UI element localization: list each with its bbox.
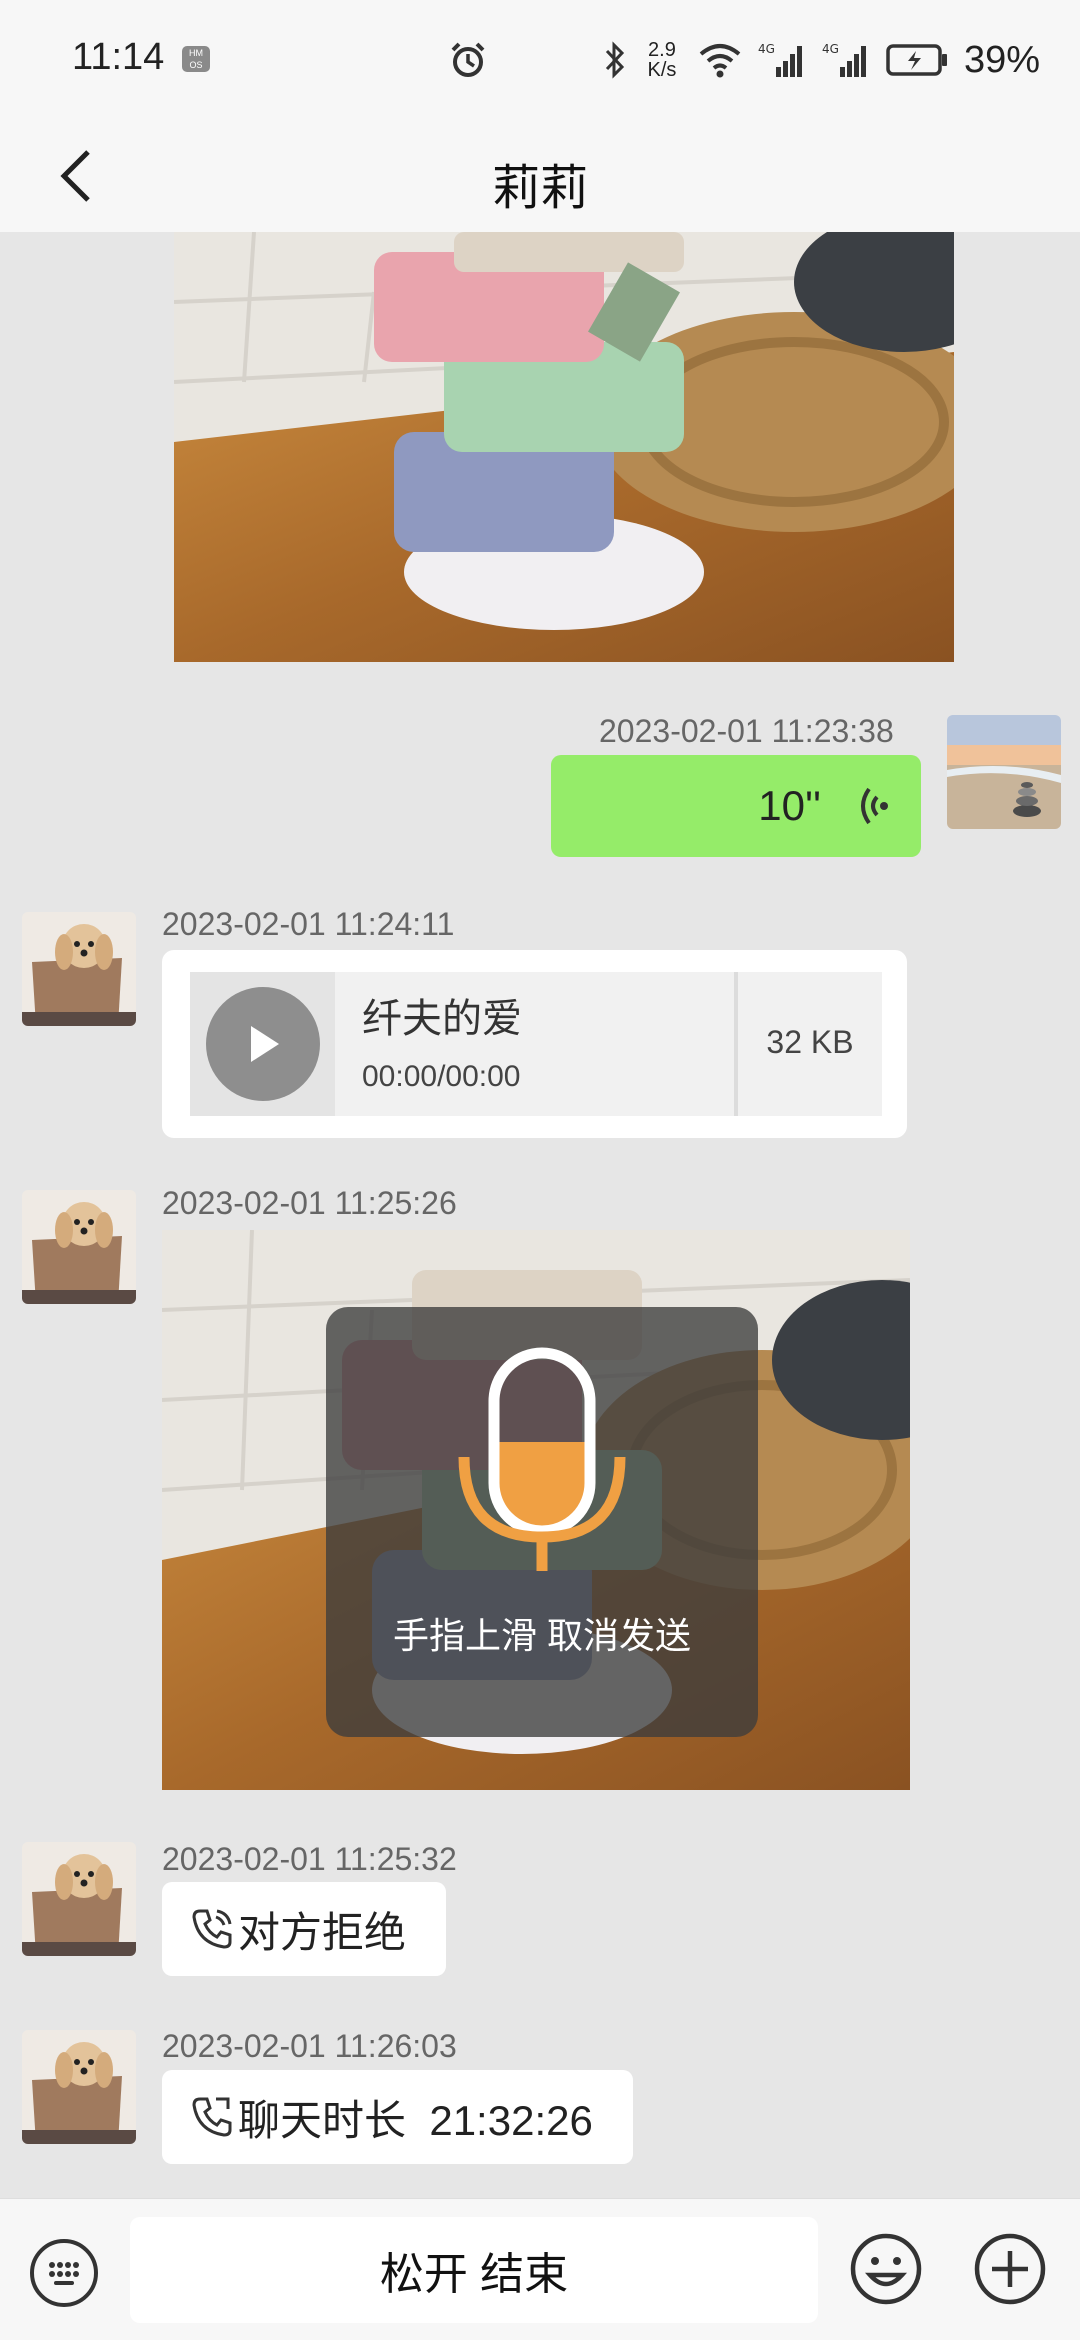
beach-stones-photo: [947, 715, 1061, 829]
timestamp: 2023-02-01 11:23:38: [599, 713, 894, 749]
cancel-hint: 手指上滑 取消发送: [392, 1615, 691, 1656]
emoji-button[interactable]: [848, 2231, 924, 2312]
battery-icon: [886, 44, 947, 76]
phone-ended-icon: [192, 2097, 232, 2137]
contact-avatar[interactable]: [22, 2030, 136, 2144]
play-icon: [250, 1026, 279, 1062]
microphone-icon: [458, 1347, 626, 1571]
input-bar: 松开 结束: [0, 2198, 1080, 2340]
contact-avatar[interactable]: [22, 912, 136, 1026]
more-button[interactable]: [972, 2231, 1048, 2312]
alarm-icon: [451, 42, 485, 77]
call-rejected-text: 对方拒绝: [238, 1908, 407, 1956]
wifi-icon: [699, 44, 741, 78]
phone-icon: [192, 1909, 232, 1949]
keyboard-icon: [30, 2239, 98, 2307]
battery-percent: 39%: [963, 38, 1040, 81]
play-button[interactable]: [205, 987, 320, 1101]
kitchen-storage-photo: [174, 232, 954, 662]
my-avatar[interactable]: [947, 715, 1061, 829]
music-progress: 00:00/00:00: [362, 1060, 521, 1093]
voice-record-overlay: 手指上滑 取消发送: [326, 1307, 758, 1737]
svg-text:4G: 4G: [822, 42, 839, 56]
hold-to-talk-button[interactable]: 松开 结束: [130, 2217, 818, 2323]
signal-4g-icon: 4G: [822, 42, 866, 77]
timestamp: 2023-02-01 11:26:03: [162, 2028, 457, 2064]
network-speed-unit: K/s: [647, 59, 677, 81]
contact-avatar[interactable]: [22, 1842, 136, 1956]
music-thumb: [190, 972, 335, 1116]
network-speed: 2.9 K/s: [642, 40, 682, 80]
contact-avatar[interactable]: [22, 1190, 136, 1304]
network-speed-value: 2.9: [648, 39, 676, 61]
call-duration-text: 聊天时长 21:32:26: [238, 2096, 593, 2144]
keyboard-toggle-button[interactable]: [28, 2237, 100, 2314]
status-time: 11:14: [72, 36, 165, 78]
contact-name: 莉莉: [491, 162, 588, 215]
puppy-photo: [22, 1842, 136, 1956]
music-title: 纤夫的爱: [362, 997, 522, 1041]
chat-header: 莉莉: [0, 120, 1080, 232]
os-badge: HM OS: [182, 46, 210, 72]
image-message[interactable]: [174, 232, 954, 662]
voice-waves-icon: [861, 787, 888, 825]
puppy-photo: [22, 912, 136, 1026]
timestamp: 2023-02-01 11:25:26: [162, 1185, 457, 1221]
music-file-card[interactable]: 纤夫的爱 00:00/00:00 32 KB: [162, 950, 907, 1138]
timestamp: 2023-02-01 11:24:11: [162, 906, 455, 942]
status-bar: 11:14 HM OS 2.9 K/s 4G 4G 39%: [0, 0, 1080, 120]
call-rejected-bubble[interactable]: 对方拒绝: [162, 1882, 447, 1976]
voice-message-bubble[interactable]: 10'': [551, 755, 921, 857]
signal-4g-icon: 4G: [758, 42, 802, 77]
svg-text:4G: 4G: [758, 42, 775, 56]
music-file-inner: 纤夫的爱 00:00/00:00 32 KB: [190, 972, 882, 1116]
bluetooth-icon: [605, 41, 625, 79]
timestamp: 2023-02-01 11:25:32: [162, 1841, 457, 1877]
call-duration-bubble[interactable]: 聊天时长 21:32:26: [162, 2070, 633, 2164]
puppy-photo: [22, 1190, 136, 1304]
file-size: 32 KB: [766, 1024, 854, 1060]
voice-duration: 10'': [758, 782, 821, 829]
emoji-icon: [850, 2233, 922, 2305]
puppy-photo: [22, 2030, 136, 2144]
plus-icon: [974, 2233, 1046, 2305]
chat-area[interactable]: 2023-02-01 11:23:38 10'' 2023-02-01 11:2…: [0, 232, 1080, 2198]
status-right: 2.9 K/s 4G 4G 39%: [604, 34, 1040, 86]
